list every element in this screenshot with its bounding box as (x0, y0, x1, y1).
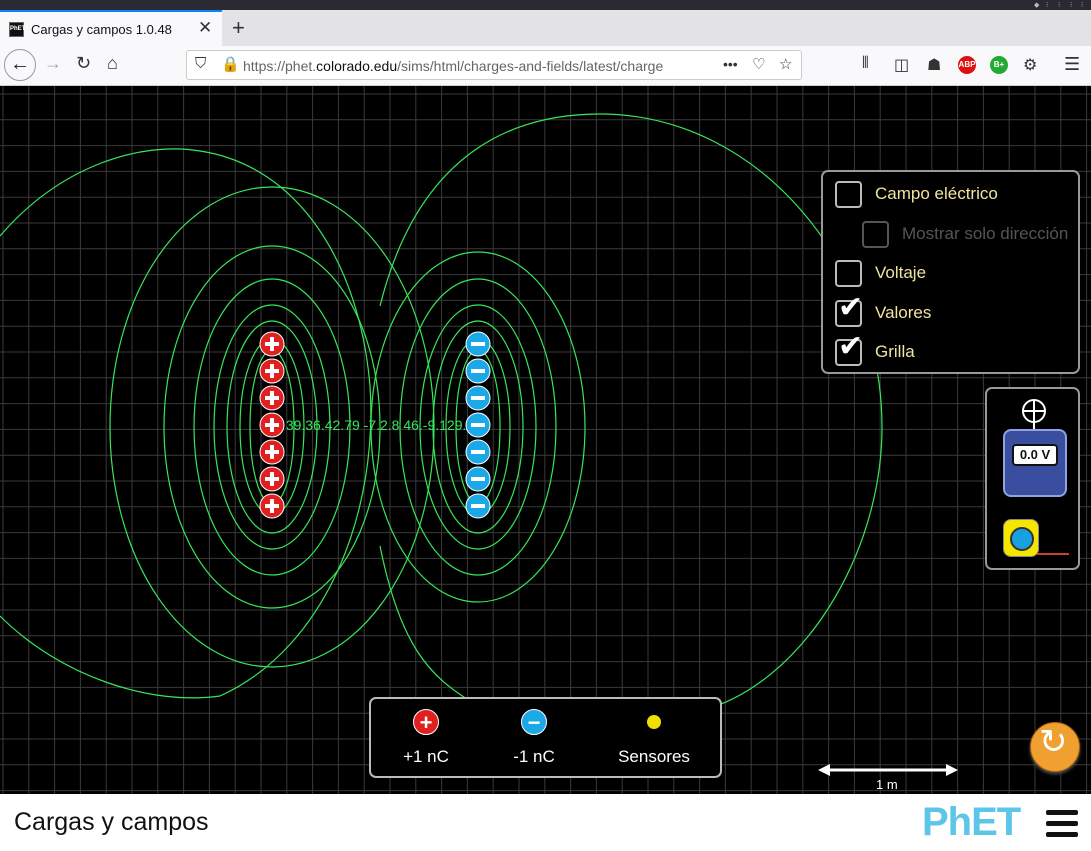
checkmark-icon: ✔ (838, 290, 864, 324)
extension-b-icon[interactable]: B+ (990, 56, 1008, 74)
minus-sign (471, 504, 485, 508)
plus-sign (270, 499, 274, 513)
positive-charge-label: +1 nC (403, 747, 449, 766)
direction-only-checkbox[interactable] (862, 220, 889, 248)
library-icon[interactable]: ⫴ (862, 55, 869, 73)
simulation-area[interactable]: 39.36.42.79 -7.2.8 46.-9.129.0 Campo elé… (0, 86, 1091, 794)
values-label: Valores (875, 303, 932, 322)
voltmeter[interactable]: 0.0 V (1003, 429, 1067, 497)
sensor-label: Sensores (618, 747, 690, 766)
plus-sign (270, 472, 274, 486)
window-minimize-icon[interactable]: ⁝ (1046, 1, 1048, 9)
equipotential-values: 39.36.42.79 -7.2.8 46.-9.129.0 (286, 417, 475, 433)
extension-mask-icon[interactable]: ☗ (927, 55, 941, 75)
phet-menu-icon[interactable] (1046, 810, 1078, 838)
electric-field-label: Campo eléctrico (875, 184, 998, 203)
grid-label: Grilla (875, 342, 915, 361)
window-title-strip: ◆ ⁝ ⁝ ⁝ ⁝ (0, 0, 1091, 10)
url-text[interactable]: https://phet.colorado.edu/sims/html/char… (243, 58, 663, 74)
minus-sign (471, 423, 485, 427)
sim-title: Cargas y campos (14, 808, 209, 836)
sensor-button[interactable] (647, 715, 661, 729)
reload-button[interactable]: ↻ (76, 53, 91, 74)
voltmeter-reading: 0.0 V (1012, 444, 1058, 466)
values-row[interactable]: ✔ Valores (835, 292, 932, 328)
voltage-label: Voltaje (875, 263, 927, 282)
plus-sign (270, 337, 274, 351)
negative-charge-label: -1 nC (513, 747, 555, 766)
lock-icon[interactable]: 🔒 (221, 55, 240, 73)
browser-tab[interactable]: PhET Cargas y campos 1.0.48 ✕ (0, 10, 222, 46)
home-button[interactable]: ⌂ (107, 53, 118, 74)
minus-sign (471, 342, 485, 346)
back-button[interactable]: ← (4, 49, 36, 81)
browser-menu-icon[interactable]: ☰ (1064, 54, 1080, 75)
positive-charge-button[interactable]: + (413, 709, 439, 735)
window-menu-icon[interactable]: ◆ (1034, 1, 1039, 9)
forward-button[interactable]: → (44, 53, 62, 74)
phet-favicon-icon: PhET (9, 22, 25, 37)
window-maximize-icon[interactable]: ⁝ (1058, 1, 1060, 9)
tools-panel: 0.0 V (985, 387, 1080, 570)
window-close-icon[interactable]: ⁝ (1081, 1, 1083, 9)
voltage-row[interactable]: Voltaje (835, 258, 926, 288)
pocket-icon[interactable]: ♡ (752, 55, 765, 73)
adblock-icon[interactable]: ABP (958, 56, 976, 74)
checkmark-icon: ✔ (838, 329, 864, 363)
direction-only-row[interactable]: Mostrar solo dirección (862, 219, 1068, 249)
plus-sign (270, 418, 274, 432)
tab-title: Cargas y campos 1.0.48 (31, 22, 172, 37)
minus-sign (471, 369, 485, 373)
tab-close-icon[interactable]: ✕ (198, 18, 212, 38)
grid-checkbox[interactable]: ✔ (835, 331, 863, 366)
plus-sign (270, 445, 274, 459)
equipotential-line (379, 113, 883, 712)
scale-bar: 1 m (818, 763, 958, 792)
new-tab-button[interactable]: + (232, 15, 245, 41)
measuring-tape-line (1037, 553, 1069, 555)
voltmeter-crosshair-icon[interactable] (1020, 399, 1048, 431)
window-restore-icon[interactable]: ⁝ (1070, 1, 1072, 9)
minus-sign (471, 477, 485, 481)
bookmark-star-icon[interactable]: ☆ (779, 55, 792, 73)
electric-field-row[interactable]: Campo eléctrico (835, 179, 998, 209)
extension-gear-icon[interactable]: ⚙ (1023, 55, 1037, 75)
phet-logo[interactable]: PhET (922, 802, 1021, 842)
tab-bar: PhET Cargas y campos 1.0.48 ✕ + (0, 10, 1091, 46)
charge-toolbox: + +1 nC − -1 nC Sensores (369, 697, 722, 778)
shield-icon[interactable]: ⛉ (195, 55, 206, 72)
sidebar-icon[interactable]: ◫ (894, 55, 909, 75)
navigation-footer: Cargas y campos PhET (0, 794, 1091, 851)
voltage-checkbox[interactable] (835, 259, 862, 287)
minus-sign (471, 396, 485, 400)
negative-charge-button[interactable]: − (521, 709, 547, 735)
measuring-tape-icon[interactable] (1003, 519, 1039, 557)
url-bar[interactable]: ⛉ 🔒 https://phet.colorado.edu/sims/html/… (186, 50, 802, 80)
scale-label: 1 m (876, 777, 898, 792)
plus-sign (270, 391, 274, 405)
page-actions-button[interactable]: ••• (723, 56, 738, 72)
electric-field-checkbox[interactable] (835, 180, 862, 208)
direction-only-label: Mostrar solo dirección (902, 224, 1069, 243)
control-panel: Campo eléctrico Mostrar solo dirección V… (821, 170, 1080, 374)
plus-sign (270, 364, 274, 378)
reset-icon: ↻ (1039, 723, 1068, 761)
minus-sign (471, 450, 485, 454)
values-checkbox[interactable]: ✔ (835, 292, 863, 327)
reset-all-button[interactable]: ↻ (1030, 722, 1080, 772)
navigation-bar: ← → ↻ ⌂ ⛉ 🔒 https://phet.colorado.edu/si… (0, 46, 1091, 86)
grid-row[interactable]: ✔ Grilla (835, 331, 915, 367)
